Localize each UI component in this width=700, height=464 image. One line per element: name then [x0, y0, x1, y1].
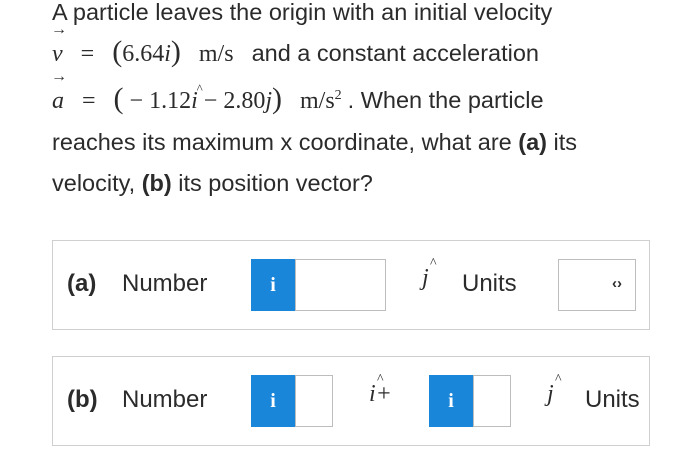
position-y-input[interactable] [473, 375, 511, 427]
units-select[interactable]: ‹› [558, 259, 636, 311]
j-hat-unit-label: j ^ [422, 256, 437, 291]
acceleration-unit: m/s2 [299, 88, 342, 114]
j-unit-vector: j [265, 88, 272, 114]
i-hat-symbol: i ^ [191, 81, 203, 114]
units-label: Units [462, 270, 517, 297]
problem-line-2-text: and a constant acceleration [251, 40, 539, 66]
i-hat-plus-label: i+ ^ [369, 372, 392, 407]
part-b-ref: (b) [141, 170, 172, 196]
problem-line-4: reaches its maximum x coordinate, what a… [52, 129, 578, 155]
info-button-x[interactable]: i [251, 375, 295, 427]
number-label: Number [122, 386, 208, 413]
number-label: Number [122, 270, 208, 297]
part-a-label: (a) [67, 270, 97, 297]
i-unit-vector: i [164, 41, 171, 67]
velocity-unit: m/s [198, 41, 234, 67]
problem-line-5: velocity, (b) its position vector? [52, 170, 373, 196]
velocity-number-input[interactable] [295, 259, 386, 311]
acceleration-y-value: 2.80 [223, 88, 266, 114]
acceleration-vector-symbol: → a [51, 68, 67, 115]
answer-box-a: (a) Number i j ^ Units ‹› [52, 240, 650, 330]
problem-line-3-text: . When the particle [347, 87, 544, 113]
problem-statement: A particle leaves the origin with an ini… [51, 0, 682, 204]
part-a-ref: (a) [518, 129, 548, 155]
part-b-label: (b) [67, 386, 98, 413]
problem-line-2: → v = (6.64i) m/s and a constant accelera… [51, 22, 682, 75]
chevron-up-down-icon: ‹› [612, 275, 622, 292]
acceleration-x-value: 1.12 [149, 88, 192, 114]
initial-velocity-value: 6.64 [122, 41, 165, 67]
units-label: Units [585, 386, 640, 413]
problem-line-3: → a = ( − 1.12i ^ − 2.80j) m/s2 . When the… [51, 68, 682, 122]
problem-line-1: A particle leaves the origin with an ini… [52, 0, 553, 25]
info-button[interactable]: i [251, 259, 295, 311]
equals-sign: = [80, 41, 95, 67]
answer-box-b: (b) Number i i+ ^ i j ^ Units [52, 356, 650, 446]
info-button-y[interactable]: i [429, 375, 473, 427]
position-x-input[interactable] [295, 375, 333, 427]
j-hat-unit-label: j ^ [547, 372, 562, 407]
